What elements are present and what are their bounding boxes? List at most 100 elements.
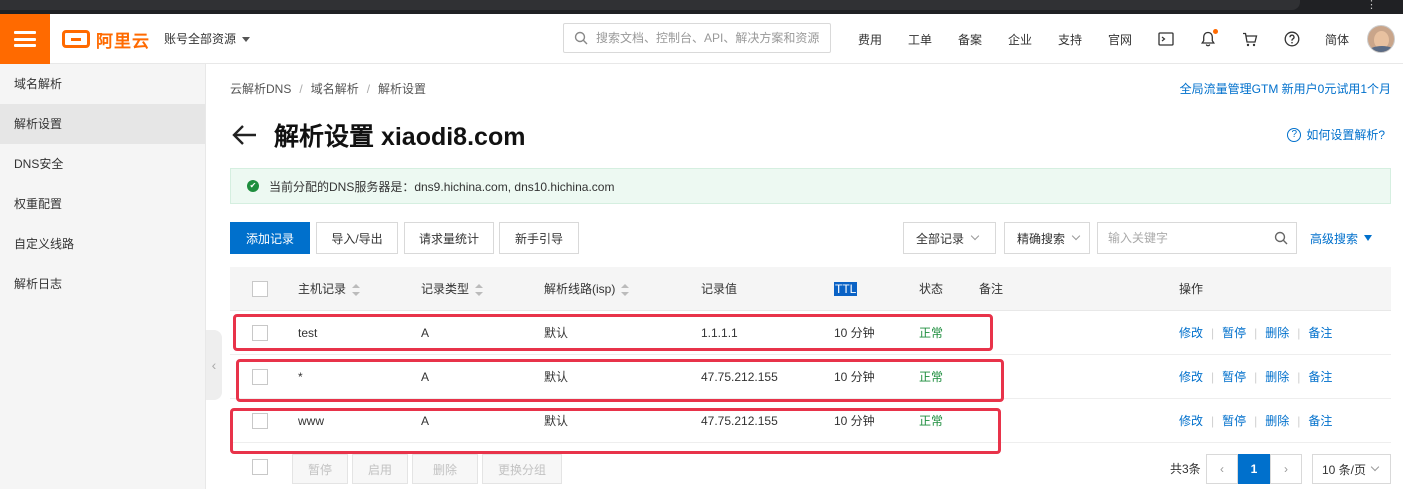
question-circle-icon: [1284, 31, 1300, 47]
row-checkbox[interactable]: [252, 369, 268, 385]
hamburger-menu-button[interactable]: [0, 14, 50, 64]
browser-address-bar[interactable]: [0, 0, 1300, 10]
nav-tickets[interactable]: 工单: [895, 31, 945, 48]
edit-link[interactable]: 修改: [1179, 326, 1203, 340]
bulk-enable-button[interactable]: 启用: [352, 454, 408, 484]
delete-link[interactable]: 删除: [1265, 414, 1289, 428]
notification-button[interactable]: [1187, 29, 1229, 47]
sidebar-item-custom-lines[interactable]: 自定义线路: [0, 224, 205, 264]
remark-link[interactable]: 备注: [1308, 326, 1332, 340]
cell-ttl: 10 分钟: [834, 414, 875, 428]
cell-value: 1.1.1.1: [701, 326, 738, 340]
cell-ttl: 10 分钟: [834, 326, 875, 340]
record-filter-select[interactable]: 全部记录: [903, 222, 996, 254]
newbie-guide-button[interactable]: 新手引导: [499, 222, 579, 254]
table-row: * A 默认 47.75.212.155 10 分钟 正常 修改 | 暂停 | 删除 | 备…: [230, 355, 1391, 399]
caret-down-icon: [1364, 235, 1373, 241]
cell-status: 正常: [919, 326, 944, 340]
delete-link[interactable]: 删除: [1265, 326, 1289, 340]
bulk-change-group-button[interactable]: 更换分组: [482, 454, 562, 484]
breadcrumb-cloud-dns[interactable]: 云解析DNS: [230, 82, 291, 96]
top-nav: 费用 工单 备案 企业 支持 官网 简体: [845, 14, 1395, 64]
search-mode-select[interactable]: 精确搜索: [1004, 222, 1090, 254]
back-arrow-icon[interactable]: [230, 120, 260, 150]
add-record-button[interactable]: 添加记录: [230, 222, 310, 254]
nav-support[interactable]: 支持: [1045, 31, 1095, 48]
account-scope-dropdown[interactable]: 账号全部资源: [164, 30, 251, 47]
question-icon: ?: [1287, 127, 1302, 142]
sidebar-item-weight-config[interactable]: 权重配置: [0, 184, 205, 224]
column-line[interactable]: 解析线路(isp): [544, 267, 630, 311]
how-to-configure-link[interactable]: ? 如何设置解析?: [1287, 126, 1385, 143]
sidebar-item-dns-security[interactable]: DNS安全: [0, 144, 205, 184]
chevron-left-icon: ‹: [1220, 462, 1224, 476]
gtm-promo-link[interactable]: 全局流量管理GTM 新用户0元试用1个月: [1180, 80, 1391, 97]
breadcrumb: 云解析DNS / 域名解析 / 解析设置: [230, 80, 426, 97]
user-avatar[interactable]: [1367, 25, 1395, 53]
action-divider: |: [1254, 414, 1258, 428]
nav-enterprise[interactable]: 企业: [995, 31, 1045, 48]
bulk-pause-button[interactable]: 暂停: [292, 454, 348, 484]
check-circle-icon: ✔: [247, 180, 259, 192]
table-row: www A 默认 47.75.212.155 10 分钟 正常 修改 | 暂停 | 删除…: [230, 399, 1391, 443]
import-export-button[interactable]: 导入/导出: [316, 222, 398, 254]
global-search-input[interactable]: [596, 31, 830, 45]
nav-icp[interactable]: 备案: [945, 31, 995, 48]
remark-link[interactable]: 备注: [1308, 370, 1332, 384]
global-search-box[interactable]: [563, 23, 831, 53]
caret-down-icon: [242, 37, 251, 43]
logo-text: 阿里云: [96, 31, 150, 51]
sidebar-item-resolution-logs[interactable]: 解析日志: [0, 264, 205, 304]
records-toolbar: 添加记录 导入/导出 请求量统计 新手引导 全部记录 精确搜索 高级搜索: [230, 222, 1391, 254]
select-all-checkbox[interactable]: [252, 281, 268, 297]
page-title-row: 解析设置 xiaodi8.com: [230, 118, 525, 152]
delete-link[interactable]: 删除: [1265, 370, 1289, 384]
browser-menu-icon[interactable]: ⋮: [1366, 0, 1377, 11]
prev-page-button[interactable]: ‹: [1206, 454, 1238, 484]
cell-status: 正常: [919, 370, 944, 384]
hamburger-icon: [14, 31, 36, 47]
chevron-down-icon: [1071, 231, 1081, 241]
row-checkbox[interactable]: [252, 413, 268, 429]
pause-link[interactable]: 暂停: [1222, 370, 1246, 384]
search-icon[interactable]: [1274, 231, 1288, 245]
help-button[interactable]: [1271, 31, 1313, 47]
column-host[interactable]: 主机记录: [298, 267, 361, 311]
cart-button[interactable]: [1229, 32, 1271, 47]
edit-link[interactable]: 修改: [1179, 414, 1203, 428]
pause-link[interactable]: 暂停: [1222, 414, 1246, 428]
keyword-search-box[interactable]: [1097, 222, 1297, 254]
page-1-button[interactable]: 1: [1238, 454, 1270, 484]
advanced-search-toggle[interactable]: 高级搜索: [1310, 222, 1373, 254]
search-mode-value: 精确搜索: [1017, 231, 1066, 246]
column-type[interactable]: 记录类型: [421, 267, 484, 311]
pause-link[interactable]: 暂停: [1222, 326, 1246, 340]
row-checkbox[interactable]: [252, 325, 268, 341]
request-stats-button[interactable]: 请求量统计: [404, 222, 494, 254]
nav-billing[interactable]: 费用: [845, 31, 895, 48]
next-page-button[interactable]: ›: [1270, 454, 1302, 484]
bulk-delete-button[interactable]: 删除: [412, 454, 478, 484]
cell-value: 47.75.212.155: [701, 370, 778, 384]
edit-link[interactable]: 修改: [1179, 370, 1203, 384]
row-actions: 修改 | 暂停 | 删除 | 备注: [1179, 399, 1332, 443]
column-status: 状态: [919, 282, 944, 296]
keyword-input[interactable]: [1108, 231, 1274, 245]
sort-icon: [621, 283, 630, 296]
sort-icon: [352, 283, 361, 296]
aliyun-logo[interactable]: 阿里云: [62, 26, 150, 52]
terminal-button[interactable]: [1145, 32, 1187, 46]
page-size-select[interactable]: 10 条/页: [1312, 454, 1391, 484]
action-divider: |: [1297, 326, 1301, 340]
footer-select-all-checkbox[interactable]: [252, 459, 268, 475]
breadcrumb-domain-resolution[interactable]: 域名解析: [311, 82, 359, 96]
language-switch[interactable]: 简体: [1313, 31, 1361, 48]
remark-link[interactable]: 备注: [1308, 414, 1332, 428]
row-actions: 修改 | 暂停 | 删除 | 备注: [1179, 355, 1332, 399]
sidebar-collapse-handle[interactable]: ‹: [206, 330, 222, 400]
sidebar-item-resolution-settings[interactable]: 解析设置: [0, 104, 205, 144]
nav-website[interactable]: 官网: [1095, 31, 1145, 48]
column-actions: 操作: [1179, 282, 1204, 296]
chevron-down-icon: [1370, 462, 1380, 472]
sidebar-item-domain-resolution[interactable]: 域名解析: [0, 64, 205, 104]
